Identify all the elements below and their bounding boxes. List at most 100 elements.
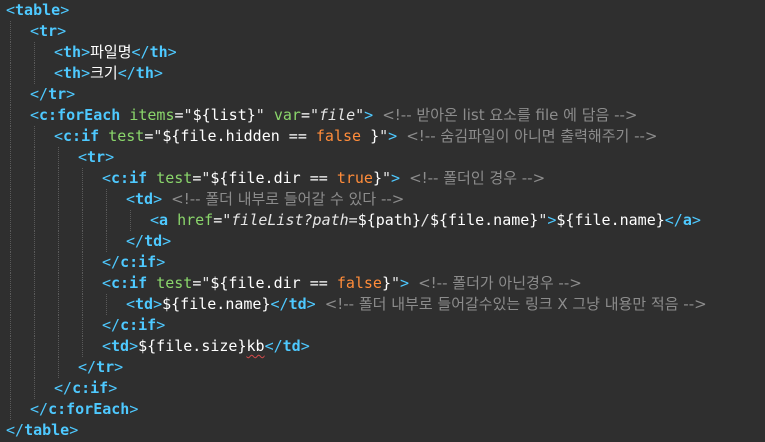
indent-guide: [34, 357, 35, 378]
indent-guide: [34, 147, 35, 168]
indent-guide: [10, 126, 11, 147]
code-line[interactable]: <th>파일명</th>: [0, 42, 765, 63]
code-token-el: ${file.dir ==: [210, 274, 337, 292]
code-line[interactable]: <tr>: [0, 147, 765, 168]
code-token-comment: <!-- 숨김파일이 아니면 출력해주기 -->: [406, 127, 658, 145]
code-token-bracket: >: [105, 148, 115, 166]
code-token-bracket: </: [270, 295, 289, 313]
code-token-bracket: >: [391, 169, 401, 187]
code-token-el: }: [372, 169, 382, 187]
code-token-el: ${file.name}: [556, 211, 665, 229]
code-token-tag: td: [144, 232, 163, 250]
code-line[interactable]: <td>${file.size}kb</td>: [0, 336, 765, 357]
code-token-bracket: >: [129, 400, 139, 418]
code-line[interactable]: </table>: [0, 420, 765, 441]
code-line[interactable]: <c:if test="${file.hidden == false }"> <…: [0, 126, 765, 147]
code-token-comment: <!-- 폴더인 경우 -->: [409, 169, 546, 187]
code-token-tag: table: [15, 1, 61, 19]
code-line[interactable]: <tr>: [0, 21, 765, 42]
code-line[interactable]: </c:if>: [0, 378, 765, 399]
indent-guide: [34, 126, 35, 147]
code-token-tag: td: [135, 295, 154, 313]
indent-guide: [82, 315, 83, 336]
code-line[interactable]: <c:if test="${file.dir == false}"> <!-- …: [0, 273, 765, 294]
indent-guide: [34, 210, 35, 231]
code-line[interactable]: </tr>: [0, 357, 765, 378]
indent-guide: [10, 84, 11, 105]
code-token-tag: a: [159, 211, 169, 229]
code-token-tag: c:forEach: [39, 106, 121, 124]
indent-guide: [58, 252, 59, 273]
code-line[interactable]: </c:if>: [0, 252, 765, 273]
indent-guide: [34, 273, 35, 294]
code-token-bracket: </: [102, 253, 121, 271]
code-token-text: =: [192, 274, 202, 292]
code-token-el: }: [381, 274, 391, 292]
code-token-bracket: <: [126, 190, 136, 208]
code-token-bracket: >: [129, 337, 139, 355]
code-token-text: 파일명: [90, 43, 132, 61]
code-token-comment: <!-- 받아온 list 요소를 file 에 담음 -->: [382, 106, 638, 124]
code-token-bracket: <: [78, 148, 88, 166]
code-token-el: ${file.name}: [162, 295, 271, 313]
code-line[interactable]: </tr>: [0, 84, 765, 105]
code-token-bracket: <: [102, 169, 112, 187]
code-line[interactable]: <th>크기</th>: [0, 63, 765, 84]
indent-guide: [10, 399, 11, 420]
indent-guide: [10, 294, 11, 315]
code-token-bracket: >: [153, 295, 163, 313]
code-line[interactable]: </c:if>: [0, 315, 765, 336]
code-line[interactable]: <td> <!-- 폴더 내부로 들어갈 수 있다 -->: [0, 189, 765, 210]
code-token-attr: test: [156, 169, 193, 187]
code-token-bracket: <: [30, 106, 40, 124]
indent-guide: [10, 315, 11, 336]
indent-guide: [10, 147, 11, 168]
code-token-bracket: >: [81, 64, 91, 82]
code-token-bracket: </: [126, 232, 145, 250]
code-token-attr: test: [108, 127, 145, 145]
code-line[interactable]: </td>: [0, 231, 765, 252]
indent-guide: [34, 252, 35, 273]
indent-guide: [58, 168, 59, 189]
indent-guide: [106, 210, 107, 231]
code-line[interactable]: <table>: [0, 0, 765, 21]
code-token-bracket: >: [66, 85, 76, 103]
code-token-tag: td: [111, 337, 130, 355]
indent-guide: [58, 189, 59, 210]
code-token-el: }: [361, 127, 380, 145]
indent-guide: [10, 42, 11, 63]
code-token-tag: table: [24, 421, 70, 439]
indent-guide: [82, 273, 83, 294]
code-token-bracket: <: [6, 1, 16, 19]
code-token-attr: items: [129, 106, 175, 124]
indent-guide: [58, 294, 59, 315]
code-token-tag: c:if: [111, 169, 148, 187]
code-editor[interactable]: <table> <tr> <th>파일명</th> <th>크기</th> </tr> <…: [0, 0, 765, 442]
indent-guide: [10, 273, 11, 294]
code-token-quote: "file": [309, 106, 365, 124]
code-token-quote: "fileList?path=: [222, 211, 358, 229]
code-line[interactable]: <td>${file.name}</td> <!-- 폴더 내부로 들어갈수있는…: [0, 294, 765, 315]
indent-guide: [34, 231, 35, 252]
code-token-bracket: </: [78, 358, 97, 376]
indent-guide: [10, 252, 11, 273]
code-line[interactable]: <a href="fileList?path=${path}/${file.na…: [0, 210, 765, 231]
indent-guide: [10, 168, 11, 189]
indent-guide: [34, 294, 35, 315]
code-line[interactable]: <c:forEach items="${list}" var="file"> <…: [0, 105, 765, 126]
code-token-text: =: [192, 169, 202, 187]
code-line[interactable]: <c:if test="${file.dir == true}"> <!-- 폴…: [0, 168, 765, 189]
code-token-el: ${file.name}: [429, 211, 539, 229]
indent-guide: [10, 105, 11, 126]
indent-guide: [58, 357, 59, 378]
code-token-keyword: false: [315, 127, 362, 145]
indent-guide: [10, 357, 11, 378]
code-line[interactable]: </c:forEach>: [0, 399, 765, 420]
indent-guide: [58, 273, 59, 294]
code-token-bracket: >: [57, 22, 67, 40]
code-token-bracket: >: [153, 190, 163, 208]
indent-guide: [10, 336, 11, 357]
code-token-tag: td: [282, 337, 301, 355]
